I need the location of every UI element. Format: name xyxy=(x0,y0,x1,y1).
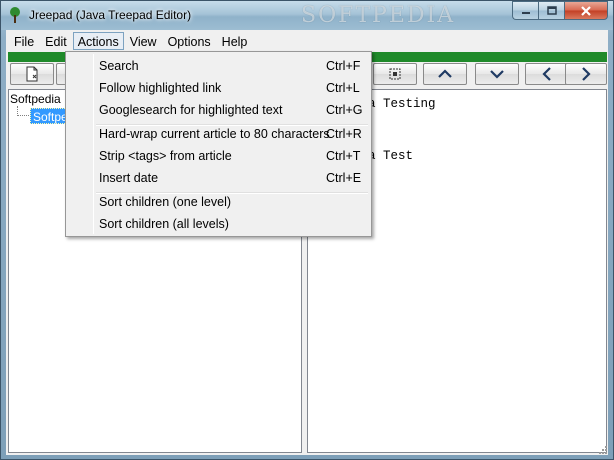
new-document-icon xyxy=(26,66,38,82)
window-controls xyxy=(512,1,608,20)
menu-item-googlesearch[interactable]: Googlesearch for highlighted text Ctrl+G xyxy=(68,99,369,121)
menu-file[interactable]: File xyxy=(9,32,39,50)
menu-options[interactable]: Options xyxy=(163,32,216,50)
chevron-down-icon xyxy=(490,70,504,79)
menu-item-shortcut: Ctrl+F xyxy=(326,59,361,73)
softpedia-watermark: SOFTPEDIA xyxy=(301,3,456,28)
menu-item-shortcut: Ctrl+L xyxy=(326,81,360,95)
app-window: Jreepad (Java Treepad Editor) SOFTPEDIA … xyxy=(0,0,614,460)
menu-item-search[interactable]: Search Ctrl+F xyxy=(68,55,369,77)
indent-right-button[interactable] xyxy=(565,63,607,85)
indent-left-button[interactable] xyxy=(525,63,569,85)
menu-help[interactable]: Help xyxy=(217,32,253,50)
menu-item-label: Hard-wrap current article to 80 characte… xyxy=(99,127,330,141)
menu-item-insert-date[interactable]: Insert date Ctrl+E xyxy=(68,167,369,189)
tree-app-icon xyxy=(10,7,20,23)
new-node-button[interactable] xyxy=(10,63,54,85)
close-icon xyxy=(581,5,591,16)
close-button[interactable] xyxy=(564,1,608,20)
menu-item-shortcut: Ctrl+G xyxy=(326,103,363,117)
menu-item-label: Insert date xyxy=(99,171,159,185)
menu-item-shortcut: Ctrl+E xyxy=(326,171,362,185)
menu-item-label: Sort children (all levels) xyxy=(99,217,229,231)
chevron-left-icon xyxy=(542,67,551,81)
tree-root-node[interactable]: Softpedia xyxy=(10,92,61,106)
menu-bar: File Edit Actions View Options Help xyxy=(6,30,608,51)
minimize-icon xyxy=(521,11,530,14)
article-line: a Test xyxy=(368,149,414,163)
menu-item-shortcut: Ctrl+T xyxy=(326,149,361,163)
menu-actions[interactable]: Actions xyxy=(72,31,124,50)
menu-item-label: Follow highlighted link xyxy=(99,81,222,95)
menu-item-label: Sort children (one level) xyxy=(99,195,232,209)
maximize-button[interactable] xyxy=(538,1,564,20)
menu-edit[interactable]: Edit xyxy=(40,32,72,50)
chevron-up-icon xyxy=(438,69,452,78)
menu-item-hard-wrap[interactable]: Hard-wrap current article to 80 characte… xyxy=(68,123,369,145)
menu-item-sort-all-levels[interactable]: Sort children (all levels) xyxy=(68,213,369,235)
window-title: Jreepad (Java Treepad Editor) xyxy=(29,8,192,22)
move-down-button[interactable] xyxy=(475,63,519,85)
menu-view[interactable]: View xyxy=(125,32,162,50)
tree-connector xyxy=(17,115,29,116)
menu-item-sort-one-level[interactable]: Sort children (one level) xyxy=(68,191,369,213)
menu-item-follow-link[interactable]: Follow highlighted link Ctrl+L xyxy=(68,77,369,99)
menu-item-label: Googlesearch for highlighted text xyxy=(99,103,283,117)
chevron-right-icon xyxy=(582,67,591,81)
resize-grip-icon[interactable] xyxy=(596,443,608,455)
menu-item-strip-tags[interactable]: Strip <tags> from article Ctrl+T xyxy=(68,145,369,167)
title-bar[interactable]: Jreepad (Java Treepad Editor) SOFTPEDIA xyxy=(1,1,613,30)
maximize-icon xyxy=(546,6,557,15)
menu-item-shortcut: Ctrl+R xyxy=(326,127,362,141)
node-properties-icon xyxy=(389,68,401,80)
menu-item-label: Search xyxy=(99,59,139,73)
menu-item-label: Strip <tags> from article xyxy=(99,149,232,163)
minimize-button[interactable] xyxy=(512,1,538,20)
node-properties-button[interactable] xyxy=(373,63,417,85)
move-up-button[interactable] xyxy=(423,63,467,85)
article-line: a Testing xyxy=(368,97,436,111)
actions-dropdown-menu: Search Ctrl+F Follow highlighted link Ct… xyxy=(65,51,372,237)
